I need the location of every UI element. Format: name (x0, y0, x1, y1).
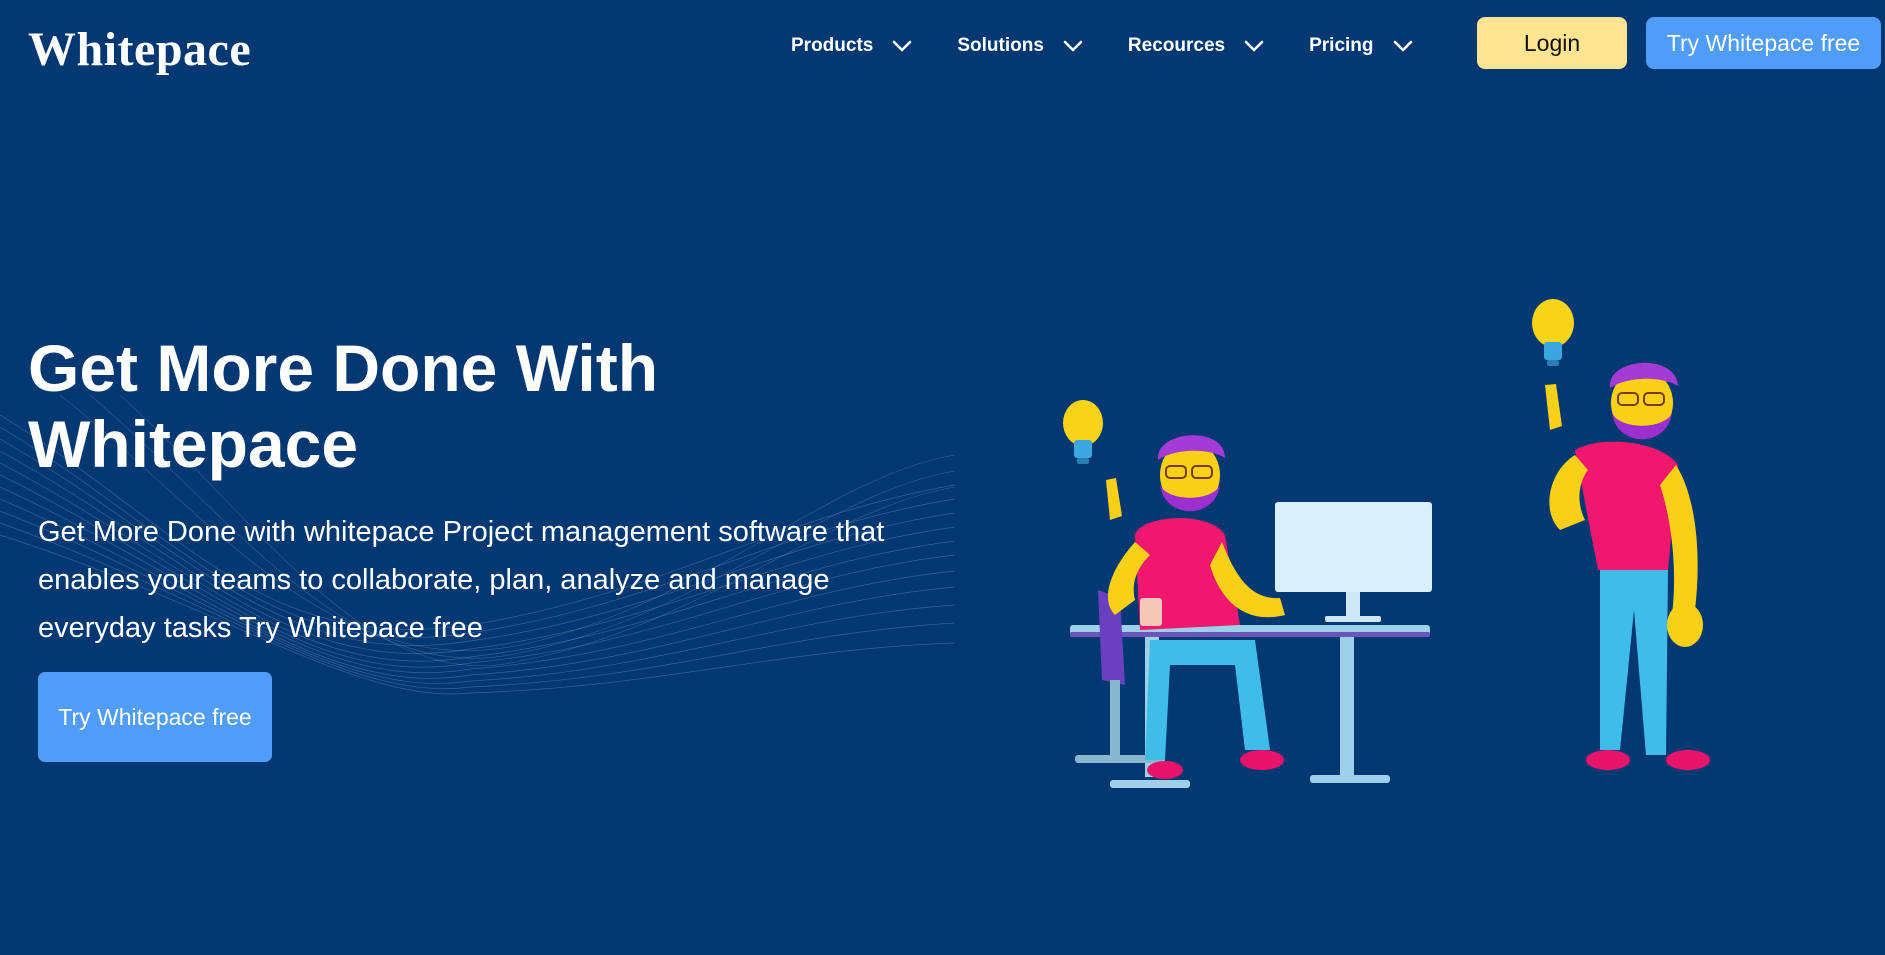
nav-item-solutions[interactable]: Solutions (957, 35, 1084, 57)
hero-title: Get More Done With Whitepace (28, 331, 659, 481)
chevron-down-icon (893, 40, 912, 52)
sitting-person (1106, 435, 1285, 779)
chevron-down-icon (1063, 40, 1083, 52)
main-nav: Products Solutions Recources Pricing (791, 35, 1458, 57)
lightbulb-icon (1532, 299, 1574, 366)
nav-item-label: Solutions (957, 35, 1044, 56)
login-button[interactable]: Login (1477, 17, 1627, 69)
nav-item-products[interactable]: Products (791, 35, 913, 57)
chevron-down-icon (1244, 40, 1264, 52)
nav-item-label: Recources (1127, 35, 1226, 56)
landing-page: Whitepace Products Solutions Recources P… (0, 0, 1885, 955)
people-with-lightbulbs-illustration (1063, 299, 1710, 788)
monitor (1275, 502, 1432, 622)
lightbulb-icon (1063, 400, 1103, 464)
hero-subtitle: Get More Done with whitepace Project man… (38, 516, 885, 644)
nav-item-label: Products (791, 35, 874, 56)
nav-item-recources[interactable]: Recources (1128, 35, 1265, 57)
standing-person (1545, 362, 1710, 770)
nav-item-label: Pricing (1309, 35, 1374, 56)
chevron-down-icon (1393, 40, 1412, 52)
logo[interactable]: Whitepace (28, 22, 251, 77)
nav-item-pricing[interactable]: Pricing (1309, 35, 1413, 57)
hero-try-free-button[interactable]: Try Whitepace free (38, 672, 272, 762)
try-free-button[interactable]: Try Whitepace free (1646, 17, 1881, 69)
